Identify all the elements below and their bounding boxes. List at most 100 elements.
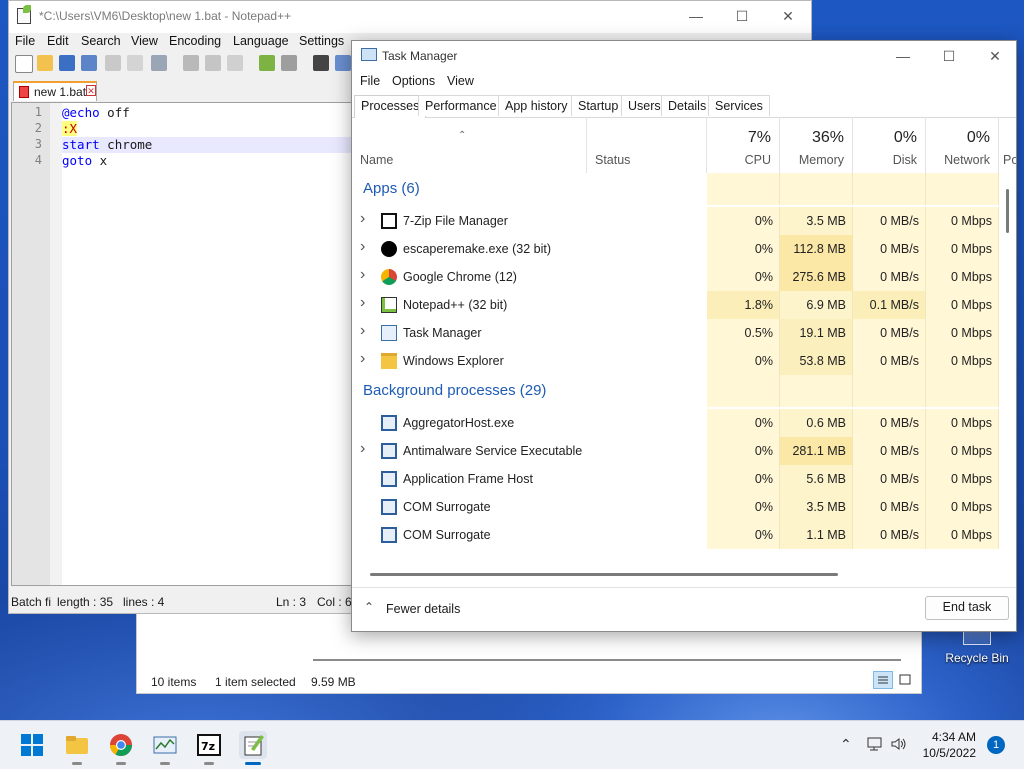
process-row[interactable]: › escaperemake.exe (32 bit) 0% 112.8 MB 0 MB… (352, 235, 1000, 263)
process-row[interactable]: COM Surrogate 0% 3.5 MB 0 MB/s 0 Mbps (352, 493, 1000, 521)
expand-chevron-icon[interactable]: › (360, 294, 365, 312)
large-icons-view-button[interactable] (895, 671, 915, 689)
save-icon[interactable] (59, 55, 75, 71)
show-hidden-icons-chevron-icon[interactable]: ⌃ (840, 736, 852, 753)
column-header-memory[interactable]: 36% Memory (780, 117, 853, 173)
maximize-button[interactable]: ☐ (719, 1, 765, 31)
save-all-icon[interactable] (81, 55, 97, 71)
find-icon[interactable] (313, 55, 329, 71)
process-row[interactable]: › Notepad++ (32 bit) 1.8% 6.9 MB 0.1 MB/s 0 M… (352, 291, 1000, 319)
menu-file[interactable]: File (360, 74, 380, 88)
volume-icon[interactable] (890, 736, 908, 755)
open-file-icon[interactable] (37, 55, 53, 71)
maximize-button[interactable]: ☐ (926, 41, 972, 71)
notepadpp-taskbar-button[interactable] (239, 731, 267, 765)
tab-processes[interactable]: Processes (354, 95, 427, 118)
code-token: chrome (99, 137, 153, 152)
column-header-power[interactable]: Po (999, 117, 1016, 173)
process-row[interactable]: › Task Manager 0.5% 19.1 MB 0 MB/s 0 Mbps (352, 319, 1000, 347)
redo-icon[interactable] (281, 55, 297, 71)
tab-close-icon[interactable]: ✕ (86, 85, 96, 96)
menu-view[interactable]: View (131, 34, 158, 48)
menu-settings[interactable]: Settings (299, 34, 344, 48)
close-button[interactable]: ✕ (765, 1, 811, 31)
replace-icon[interactable] (335, 55, 351, 71)
paste-icon[interactable] (227, 55, 243, 71)
minimize-button[interactable]: — (880, 41, 926, 71)
expand-chevron-icon[interactable]: › (360, 210, 365, 228)
new-file-icon[interactable] (15, 55, 33, 73)
tab-app-history[interactable]: App history (498, 95, 575, 116)
group-title: Apps (6) (363, 180, 420, 197)
close-file-icon[interactable] (105, 55, 121, 71)
code-line[interactable]: :X (62, 121, 78, 137)
network-icon[interactable] (866, 736, 884, 755)
code-line[interactable]: start chrome (62, 137, 152, 153)
tab-new-1-bat[interactable]: new 1.bat ✕ (13, 81, 97, 101)
scrollbar-thumb[interactable] (1006, 189, 1009, 233)
menu-file[interactable]: File (15, 34, 35, 48)
menu-options[interactable]: Options (392, 74, 435, 88)
column-header-disk[interactable]: 0% Disk (853, 117, 926, 173)
cut-icon[interactable] (183, 55, 199, 71)
process-net-value: 0 Mbps (951, 242, 992, 256)
expand-chevron-icon[interactable]: › (360, 350, 365, 368)
details-view-button[interactable] (873, 671, 893, 689)
menu-search[interactable]: Search (81, 34, 121, 48)
process-group-header[interactable]: Apps (6) (352, 173, 1000, 205)
column-header-name[interactable]: ⌃ Name (352, 117, 587, 173)
task-manager-window[interactable]: Task Manager — ☐ ✕ File Options View Pro… (351, 40, 1017, 632)
expand-chevron-icon[interactable]: › (360, 440, 365, 458)
minimize-button[interactable]: — (673, 1, 719, 31)
print-icon[interactable] (151, 55, 167, 71)
close-all-icon[interactable] (127, 55, 143, 71)
notification-badge[interactable]: 1 (987, 736, 1005, 754)
explorer-horizontal-scrollbar[interactable] (313, 659, 901, 661)
copy-icon[interactable] (205, 55, 221, 71)
chrome-taskbar-button[interactable] (107, 731, 135, 765)
expand-chevron-icon[interactable]: › (360, 238, 365, 256)
process-row[interactable]: AggregatorHost.exe 0% 0.6 MB 0 MB/s 0 Mbps (352, 409, 1000, 437)
undo-icon[interactable] (259, 55, 275, 71)
system-clock[interactable]: 4:34 AM 10/5/2022 (920, 729, 976, 761)
process-row[interactable]: › Windows Explorer 0% 53.8 MB 0 MB/s 0 Mbps (352, 347, 1000, 375)
chevron-up-icon[interactable]: ⌃ (364, 600, 374, 614)
notepadpp-titlebar[interactable]: *C:\Users\VM6\Desktop\new 1.bat - Notepa… (9, 1, 811, 33)
process-list-horizontal-scrollbar[interactable] (370, 573, 838, 576)
process-group-header[interactable]: Background processes (29) (352, 375, 1000, 407)
code-line[interactable]: goto x (62, 153, 107, 169)
code-line[interactable]: @echo off (62, 105, 130, 121)
status-line: Ln : 3 (276, 595, 307, 609)
tab-details[interactable]: Details (661, 95, 714, 116)
menu-view[interactable]: View (447, 74, 474, 88)
column-header-cpu[interactable]: 7% CPU (707, 117, 780, 173)
process-list[interactable]: Apps (6) › 7-Zip File Manager 0% 3.5 MB 0 MB/… (352, 173, 1000, 565)
close-button[interactable]: ✕ (972, 41, 1016, 71)
network-total-percent: 0% (966, 129, 990, 146)
expand-chevron-icon[interactable]: › (360, 266, 365, 284)
menu-language[interactable]: Language (233, 34, 289, 48)
tab-performance[interactable]: Performance (418, 95, 504, 116)
tab-services[interactable]: Services (708, 95, 770, 116)
7zip-icon (381, 213, 397, 229)
task-manager-taskbar-button[interactable] (151, 731, 179, 765)
tab-startup[interactable]: Startup (571, 95, 626, 116)
group-title: Background processes (29) (363, 382, 547, 399)
file-explorer-taskbar-button[interactable] (63, 731, 91, 765)
expand-chevron-icon[interactable]: › (360, 322, 365, 340)
menu-encoding[interactable]: Encoding (169, 34, 221, 48)
fewer-details-link[interactable]: Fewer details (386, 602, 460, 616)
end-task-button[interactable]: End task (925, 596, 1009, 620)
process-row[interactable]: › 7-Zip File Manager 0% 3.5 MB 0 MB/s 0 Mbps (352, 207, 1000, 235)
process-row[interactable]: COM Surrogate 0% 1.1 MB 0 MB/s 0 Mbps (352, 521, 1000, 549)
process-list-vertical-scrollbar[interactable] (1000, 173, 1014, 565)
menu-edit[interactable]: Edit (47, 34, 69, 48)
7zip-taskbar-button[interactable]: 7z (195, 731, 223, 765)
start-button[interactable] (18, 731, 46, 759)
process-row[interactable]: Application Frame Host 0% 5.6 MB 0 MB/s 0 Mb… (352, 465, 1000, 493)
column-header-status[interactable]: Status (587, 117, 707, 173)
column-header-network[interactable]: 0% Network (926, 117, 999, 173)
running-indicator (160, 762, 170, 765)
process-row[interactable]: › Antimalware Service Executable 0% 281.1 M… (352, 437, 1000, 465)
process-row[interactable]: › Google Chrome (12) 0% 275.6 MB 0 MB/s 0 Mbp… (352, 263, 1000, 291)
